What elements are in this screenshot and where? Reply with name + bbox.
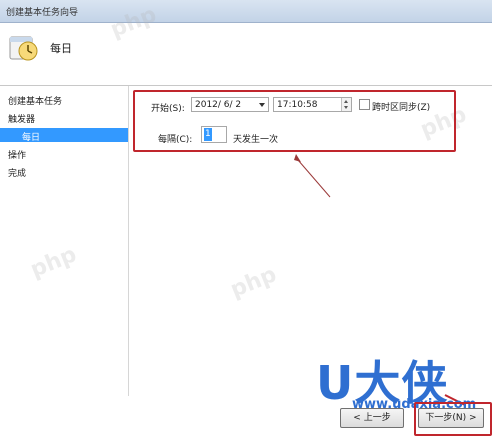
back-button[interactable]: < 上一步 [340,408,404,428]
next-button-highlight [414,402,492,436]
arrow-line [297,159,331,198]
arrow-head [294,154,301,162]
